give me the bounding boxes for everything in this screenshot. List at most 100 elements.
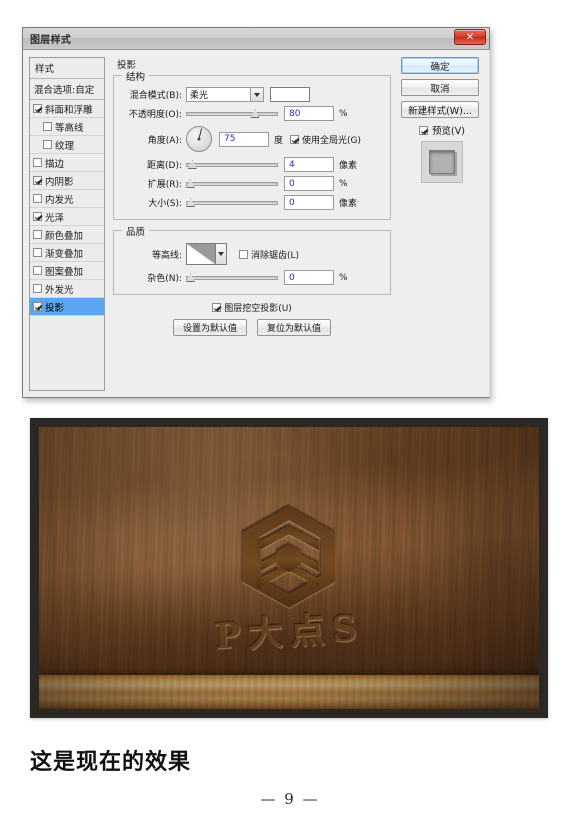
- slider-track: [186, 201, 278, 205]
- opacity-input[interactable]: 80: [284, 106, 334, 121]
- checkbox-icon[interactable]: [33, 266, 42, 275]
- slider-track: [186, 163, 278, 167]
- style-item-texture[interactable]: 纹理: [30, 136, 104, 154]
- knockout-option[interactable]: 图层挖空投影(U): [212, 301, 292, 314]
- checkbox-icon[interactable]: [33, 212, 42, 221]
- style-item-satin[interactable]: 光泽: [30, 208, 104, 226]
- quality-legend: 品质: [122, 224, 150, 238]
- set-default-button[interactable]: 设置为默认值: [173, 319, 247, 336]
- noise-label: 杂色(N):: [147, 274, 182, 284]
- use-global-light-option[interactable]: 使用全局光(G): [290, 133, 361, 146]
- blending-options-item[interactable]: 混合选项:自定: [30, 79, 104, 100]
- reset-default-button[interactable]: 复位为默认值: [257, 319, 331, 336]
- distance-input[interactable]: 4: [284, 157, 334, 172]
- spread-unit: %: [339, 178, 348, 189]
- checkbox-icon[interactable]: [43, 122, 52, 131]
- style-item-label: 外发光: [45, 284, 74, 296]
- checkbox-icon[interactable]: [33, 158, 42, 167]
- slider-track: [186, 112, 278, 116]
- style-item-inner-glow[interactable]: 内发光: [30, 190, 104, 208]
- spread-row: 扩展(R): 0 %: [122, 175, 382, 192]
- dialog-titlebar[interactable]: 图层样式 ✕: [23, 28, 489, 50]
- style-item-inner-shadow[interactable]: 内阴影: [30, 172, 104, 190]
- angle-input[interactable]: 75: [219, 131, 269, 147]
- angle-label: 角度(A):: [147, 135, 182, 146]
- drop-shadow-panel: 投影 结构 混合模式(B): 柔光 不透明度(O): 80 % 角度(A): 7…: [105, 57, 397, 391]
- quality-group: 品质 等高线: 消除锯齿(L) 杂色(N): 0 %: [113, 224, 391, 295]
- style-item-color-overlay[interactable]: 颜色叠加: [30, 226, 104, 244]
- checkbox-icon[interactable]: [33, 104, 42, 113]
- styles-list: 样式 混合选项:自定 斜面和浮雕 等高线 纹理 描边 内阴影 内发光 光泽 颜色…: [29, 57, 105, 391]
- close-icon[interactable]: ✕: [454, 29, 486, 45]
- checkbox-icon[interactable]: [33, 176, 42, 185]
- brand-text-label: P大点S: [213, 607, 366, 658]
- slider-track: [186, 276, 278, 280]
- style-item-bevel-emboss[interactable]: 斜面和浮雕: [30, 100, 104, 118]
- style-item-label: 颜色叠加: [45, 230, 84, 242]
- contour-swatch[interactable]: [186, 243, 216, 265]
- cancel-button[interactable]: 取消: [401, 79, 479, 96]
- chevron-down-icon[interactable]: [216, 243, 227, 265]
- size-slider[interactable]: [186, 196, 278, 209]
- dialog-scrollbar[interactable]: [489, 50, 490, 397]
- spread-slider[interactable]: [186, 177, 278, 190]
- size-input[interactable]: 0: [284, 195, 334, 210]
- dialog-body: 样式 混合选项:自定 斜面和浮雕 等高线 纹理 描边 内阴影 内发光 光泽 颜色…: [23, 50, 489, 397]
- angle-dial[interactable]: [186, 126, 212, 152]
- shadow-color-swatch[interactable]: [270, 87, 310, 102]
- style-item-stroke[interactable]: 描边: [30, 154, 104, 172]
- angle-hub-icon: [197, 137, 201, 141]
- preview-label: 预览(V): [432, 126, 465, 137]
- structure-legend: 结构: [122, 69, 150, 83]
- new-style-button[interactable]: 新建样式(W)...: [401, 101, 479, 118]
- styles-header: 样式: [30, 58, 104, 79]
- style-item-label: 内发光: [45, 194, 74, 206]
- checkbox-icon[interactable]: [239, 249, 248, 259]
- checkbox-icon[interactable]: [33, 302, 42, 311]
- slider-track: [186, 182, 278, 186]
- opacity-row: 不透明度(O): 80 %: [122, 105, 382, 122]
- style-item-outer-glow[interactable]: 外发光: [30, 280, 104, 298]
- noise-row: 杂色(N): 0 %: [122, 269, 382, 286]
- wood-surface: P大点S: [39, 427, 539, 709]
- chevron-down-icon[interactable]: [250, 88, 263, 101]
- page-caption: 这是现在的效果: [30, 749, 192, 775]
- blend-mode-select[interactable]: 柔光: [186, 87, 264, 102]
- noise-slider[interactable]: [186, 271, 278, 284]
- checkbox-icon[interactable]: [212, 303, 222, 312]
- checkbox-icon[interactable]: [33, 194, 42, 203]
- style-item-pattern-overlay[interactable]: 图案叠加: [30, 262, 104, 280]
- checkbox-icon[interactable]: [419, 125, 429, 135]
- structure-group: 结构 混合模式(B): 柔光 不透明度(O): 80 % 角度(A): 75 度…: [113, 69, 391, 220]
- checkbox-icon[interactable]: [290, 134, 300, 144]
- spread-input[interactable]: 0: [284, 176, 334, 191]
- contour-picker[interactable]: [186, 243, 227, 265]
- style-item-contour[interactable]: 等高线: [30, 118, 104, 136]
- checkbox-icon[interactable]: [33, 284, 42, 293]
- blend-mode-label: 混合模式(B):: [129, 91, 182, 101]
- checkbox-icon[interactable]: [33, 230, 42, 239]
- style-item-label: 渐变叠加: [45, 248, 84, 260]
- brand-text-engraved: P大点S: [213, 604, 365, 657]
- noise-unit: %: [339, 272, 348, 283]
- distance-unit: 像素: [339, 161, 358, 171]
- knockout-label: 图层挖空投影(U): [224, 304, 292, 314]
- distance-slider[interactable]: [186, 158, 278, 171]
- opacity-slider[interactable]: [186, 107, 278, 120]
- checkbox-icon[interactable]: [43, 140, 52, 149]
- style-item-gradient-overlay[interactable]: 渐变叠加: [30, 244, 104, 262]
- preview-option[interactable]: 预览(V): [401, 123, 483, 137]
- noise-input[interactable]: 0: [284, 270, 334, 285]
- style-item-label: 纹理: [55, 140, 75, 152]
- layer-style-dialog: 图层样式 ✕ 样式 混合选项:自定 斜面和浮雕 等高线 纹理 描边 内阴影 内发…: [22, 27, 490, 398]
- style-item-drop-shadow[interactable]: 投影: [30, 298, 104, 316]
- style-item-label: 斜面和浮雕: [45, 104, 93, 116]
- ok-button[interactable]: 确定: [401, 57, 479, 74]
- spread-label: 扩展(R):: [147, 180, 182, 190]
- blend-mode-value: 柔光: [190, 91, 209, 101]
- result-image: P大点S: [30, 418, 548, 718]
- contour-row: 等高线: 消除锯齿(L): [122, 241, 382, 267]
- antialias-option[interactable]: 消除锯齿(L): [239, 248, 299, 261]
- checkbox-icon[interactable]: [33, 248, 42, 257]
- use-global-light-label: 使用全局光(G): [302, 135, 362, 146]
